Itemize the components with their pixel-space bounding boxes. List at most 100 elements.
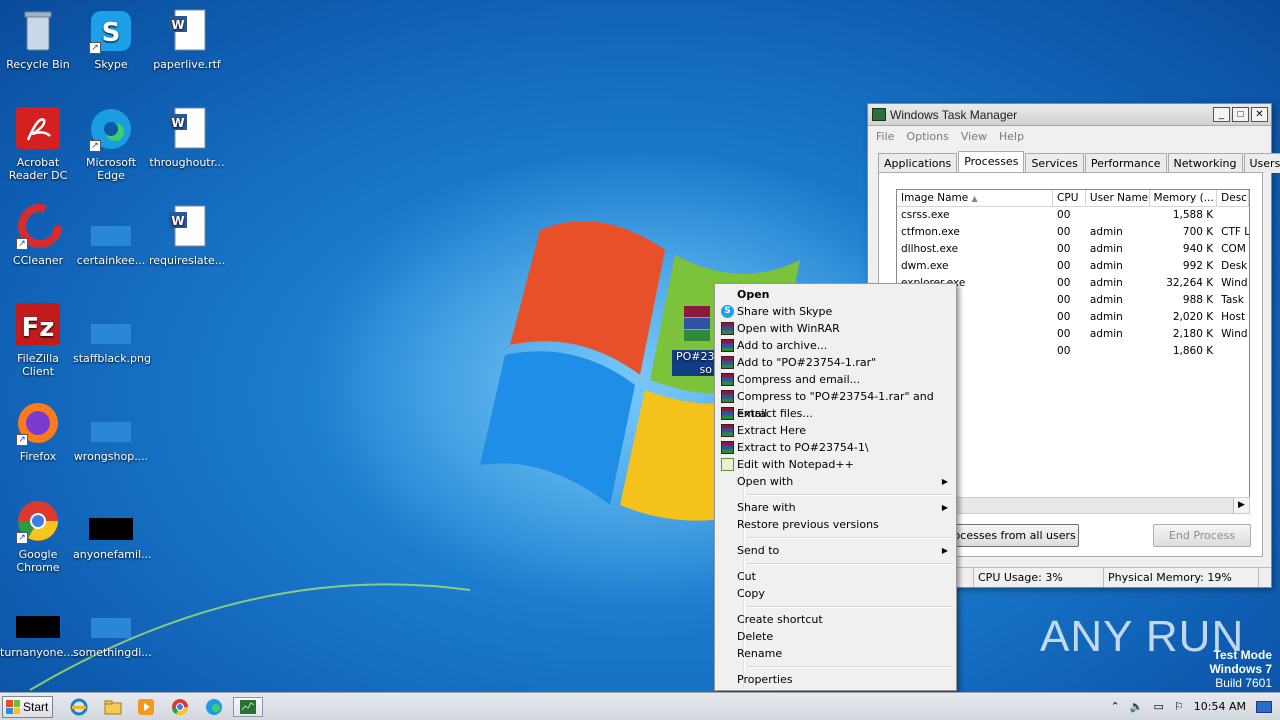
scroll-right-icon[interactable]: ▶ xyxy=(1233,498,1249,513)
tab-users[interactable]: Users xyxy=(1243,153,1280,173)
desktop-icon-requireslate[interactable]: W requireslate... xyxy=(149,204,225,267)
menu-item-label: Send to xyxy=(737,544,780,557)
menu-item-label: Delete xyxy=(737,630,774,643)
context-menu-item-edit-with-notepad[interactable]: Edit with Notepad++ xyxy=(717,456,954,473)
media-player-icon[interactable] xyxy=(135,697,157,717)
context-menu-item-open-with[interactable]: Open with ▶ xyxy=(717,473,954,490)
explorer-icon[interactable] xyxy=(102,697,124,717)
menu-options[interactable]: Options xyxy=(906,130,948,143)
table-row[interactable]: ctfmon.exe 00 admin 700 K CTF L xyxy=(897,224,1249,241)
minimize-button[interactable]: _ xyxy=(1213,107,1230,122)
desktop-icon-ccleaner[interactable]: ↗ CCleaner xyxy=(0,204,76,267)
desktop-icon-skype[interactable]: S ↗ Skype xyxy=(73,8,149,71)
network-icon[interactable]: ▭ xyxy=(1154,700,1164,713)
chrome-icon[interactable] xyxy=(169,697,191,717)
start-button[interactable]: Start xyxy=(2,696,53,718)
context-menu-item-delete[interactable]: Delete xyxy=(717,628,954,645)
context-menu-item-restore-previous-versions[interactable]: Restore previous versions xyxy=(717,516,954,533)
menu-separator xyxy=(717,602,954,611)
desktop-icon-somethingdi[interactable]: somethingdi... xyxy=(73,596,152,659)
clock[interactable]: 10:54 AM xyxy=(1194,700,1246,713)
start-label: Start xyxy=(23,700,49,714)
column-user-name[interactable]: User Name xyxy=(1086,190,1150,206)
desktop-icon-throughoutr[interactable]: W throughoutr... xyxy=(149,106,225,169)
tab-networking[interactable]: Networking xyxy=(1167,153,1243,173)
desktop-icon-staffblack[interactable]: staffblack.png xyxy=(73,302,151,365)
show-hidden-icons-icon[interactable]: ⌃ xyxy=(1111,700,1120,713)
menu-item-label: Add to "PO#23754-1.rar" xyxy=(737,356,877,369)
blank-file-icon xyxy=(87,302,135,348)
end-process-button[interactable]: End Process xyxy=(1153,524,1251,547)
menu-item-label: Open with WinRAR xyxy=(737,322,840,335)
maximize-button[interactable]: □ xyxy=(1232,107,1249,122)
show-desktop-icon[interactable] xyxy=(1256,700,1272,713)
context-menu-item-add-to-po-23754-1-rar[interactable]: Add to "PO#23754-1.rar" xyxy=(717,354,954,371)
table-row[interactable]: csrss.exe 00 1,588 K xyxy=(897,207,1249,224)
column-cpu[interactable]: CPU xyxy=(1053,190,1086,206)
desktop-icon-wrongshop[interactable]: wrongshop.... xyxy=(73,400,149,463)
edge-icon[interactable] xyxy=(203,697,225,717)
menu-item-label: Add to archive... xyxy=(737,339,828,352)
desktop-icon-certainkee[interactable]: certainkee... xyxy=(73,204,149,267)
context-menu-item-compress-and-email[interactable]: Compress and email... xyxy=(717,371,954,388)
desktop-icon-turnanyone[interactable]: turnanyone.... xyxy=(0,596,77,659)
desktop-icon-recycle-bin[interactable]: Recycle Bin xyxy=(0,8,76,71)
column-description[interactable]: Desc xyxy=(1217,190,1249,206)
context-menu-item-copy[interactable]: Copy xyxy=(717,585,954,602)
context-menu-item-share-with-skype[interactable]: S Share with Skype xyxy=(717,303,954,320)
shortcut-arrow-icon: ↗ xyxy=(16,434,28,446)
menu-view[interactable]: View xyxy=(961,130,987,143)
tab-services[interactable]: Services xyxy=(1025,153,1084,173)
acrobat-icon xyxy=(14,106,62,152)
context-menu-item-extract-files[interactable]: Extract files... xyxy=(717,405,954,422)
show-all-processes-button[interactable]: processes from all users xyxy=(939,524,1079,547)
tab-performance[interactable]: Performance xyxy=(1084,153,1167,173)
context-menu-item-extract-to-po-23754-1[interactable]: Extract to PO#23754-1\ xyxy=(717,439,954,456)
context-menu-item-rename[interactable]: Rename xyxy=(717,645,954,662)
desktop-icon-anyonefamil[interactable]: anyonefamil... xyxy=(73,498,152,561)
task-manager-icon[interactable] xyxy=(233,697,263,717)
column-image-name[interactable]: Image Name ▲ xyxy=(897,190,1054,206)
desktop-icon-firefox[interactable]: ↗ Firefox xyxy=(0,400,76,463)
close-button[interactable]: ✕ xyxy=(1251,107,1268,122)
context-menu-item-add-to-archive[interactable]: Add to archive... xyxy=(717,337,954,354)
context-menu-item-extract-here[interactable]: Extract Here xyxy=(717,422,954,439)
context-menu-item-open[interactable]: Open xyxy=(717,286,954,303)
action-center-icon[interactable]: ⚐ xyxy=(1174,700,1184,713)
title-bar[interactable]: Windows Task Manager _ □ ✕ xyxy=(868,104,1271,126)
context-menu-item-open-with-winrar[interactable]: Open with WinRAR xyxy=(717,320,954,337)
svg-text:Fz: Fz xyxy=(22,313,55,343)
menu-help[interactable]: Help xyxy=(999,130,1024,143)
winrar-icon xyxy=(721,356,734,369)
table-row[interactable]: dllhost.exe 00 admin 940 K COM xyxy=(897,241,1249,258)
context-menu-item-share-with[interactable]: Share with ▶ xyxy=(717,499,954,516)
menu-item-label: Copy xyxy=(737,587,765,600)
context-menu-item-send-to[interactable]: Send to ▶ xyxy=(717,542,954,559)
svg-text:W: W xyxy=(171,116,184,130)
column-memory[interactable]: Memory (... xyxy=(1150,190,1218,206)
tab-applications[interactable]: Applications xyxy=(878,153,958,173)
desktop-icon-paperlive[interactable]: W paperlive.rtf xyxy=(149,8,225,71)
winrar-icon xyxy=(721,424,734,437)
desktop-icon-chrome[interactable]: ↗ Google Chrome xyxy=(0,498,76,574)
menu-item-label: Open with xyxy=(737,475,794,488)
tab-processes[interactable]: Processes xyxy=(958,151,1025,173)
context-menu-item-compress-to-po-23754-1-rar-and-email[interactable]: Compress to "PO#23754-1.rar" and email xyxy=(717,388,954,420)
menu-item-label: Cut xyxy=(737,570,756,583)
context-menu-item-create-shortcut[interactable]: Create shortcut xyxy=(717,611,954,628)
test-mode-line: Test Mode xyxy=(1213,648,1272,662)
context-menu-item-properties[interactable]: Properties xyxy=(717,671,954,688)
desktop-icon-acrobat[interactable]: Acrobat Reader DC xyxy=(0,106,76,182)
table-row[interactable]: dwm.exe 00 admin 992 K Desk xyxy=(897,258,1249,275)
word-document-icon: W xyxy=(163,8,211,54)
context-menu-item-cut[interactable]: Cut xyxy=(717,568,954,585)
winrar-icon xyxy=(721,322,734,335)
desktop-icon-edge[interactable]: ↗ Microsoft Edge xyxy=(73,106,149,182)
desktop-icon-rar-file[interactable]: PO#23 so xyxy=(672,302,720,376)
desktop-icon-filezilla[interactable]: Fz FileZilla Client xyxy=(0,302,76,378)
ie-icon[interactable] xyxy=(68,697,90,717)
sort-arrow-icon: ▲ xyxy=(971,194,978,203)
volume-icon[interactable]: 🔈 xyxy=(1130,700,1144,713)
menu-item-label: Extract Here xyxy=(737,424,806,437)
menu-file[interactable]: File xyxy=(876,130,894,143)
